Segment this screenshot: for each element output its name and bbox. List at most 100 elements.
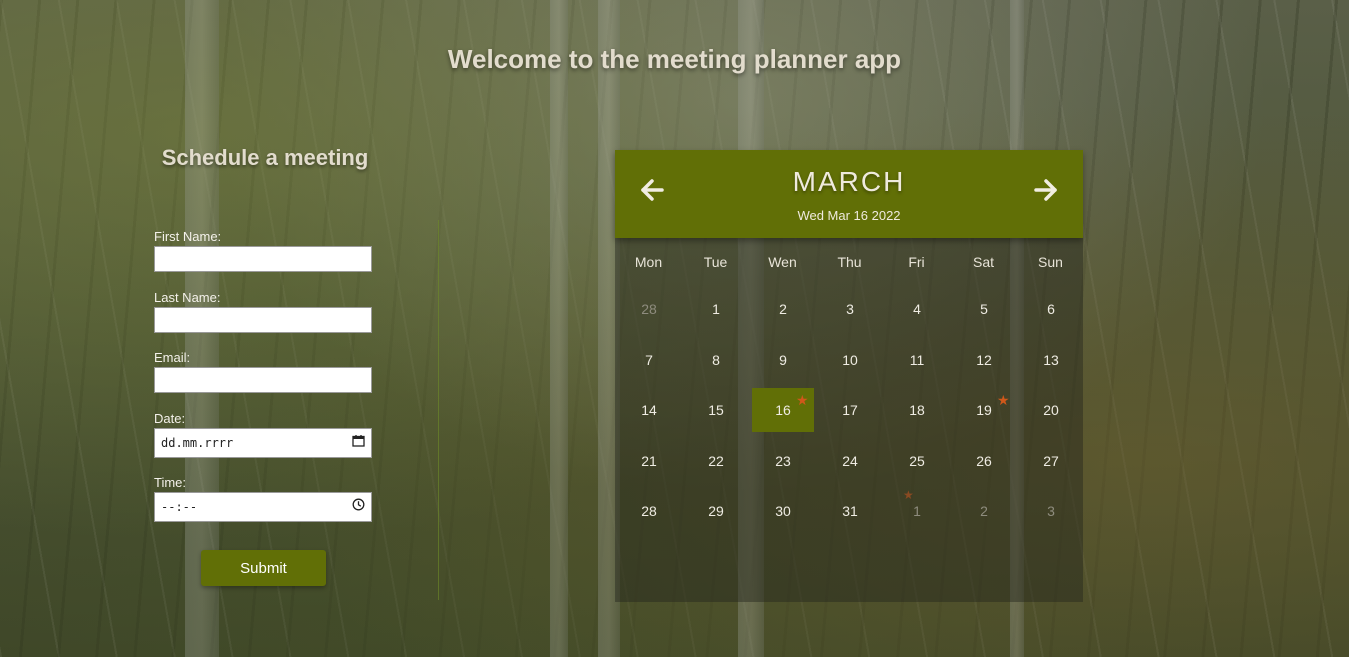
- star-icon: ★: [796, 392, 809, 408]
- clock-icon[interactable]: [352, 493, 365, 521]
- last-name-input[interactable]: [154, 307, 372, 333]
- calendar-day-number: 2: [779, 301, 787, 317]
- first-name-label: First Name:: [154, 229, 222, 244]
- first-name-input[interactable]: [154, 246, 372, 272]
- calendar-day-number: 1: [712, 301, 720, 317]
- calendar-day-number: 29: [708, 503, 724, 519]
- calendar-day-number: 10: [842, 351, 858, 368]
- time-placeholder: --:--: [161, 500, 198, 514]
- calendar-day-number: 31: [842, 503, 858, 519]
- calendar-day[interactable]: 24: [819, 439, 881, 483]
- time-input[interactable]: --:--: [154, 492, 372, 522]
- calendar-day[interactable]: 12: [953, 338, 1015, 382]
- calendar-day-number: 19: [976, 402, 992, 418]
- calendar-day-number: 11: [909, 351, 925, 368]
- calendar-day[interactable]: 27: [1020, 439, 1082, 483]
- background-tree-trunk: [550, 0, 568, 657]
- weekday-label: Thu: [837, 254, 862, 270]
- calendar-icon[interactable]: [352, 429, 365, 457]
- submit-button[interactable]: Submit: [201, 550, 326, 586]
- weekday-label: Fri: [908, 254, 925, 270]
- calendar-day-number: 9: [779, 351, 787, 368]
- calendar-day[interactable]: 4: [886, 287, 948, 331]
- calendar-day-number: 12: [976, 351, 992, 368]
- calendar-day-number: 16: [775, 402, 791, 418]
- calendar-header: MARCH Wed Mar 16 2022: [615, 150, 1083, 238]
- calendar-day-number: 21: [641, 452, 657, 469]
- last-name-label: Last Name:: [154, 290, 221, 305]
- calendar-day[interactable]: 17: [819, 388, 881, 432]
- calendar-month: MARCH: [792, 166, 906, 197]
- calendar-day[interactable]: 20: [1020, 388, 1082, 432]
- calendar-day[interactable]: 14: [618, 388, 680, 432]
- calendar-day-number: 5: [980, 301, 988, 317]
- calendar-day-number: 24: [842, 452, 858, 469]
- calendar-day-number: 1: [913, 503, 921, 519]
- schedule-meeting-form: Schedule a meeting First Name: Last Name…: [140, 145, 390, 595]
- calendar-day-selected[interactable]: 16 ★: [752, 388, 814, 432]
- calendar-day-number: 7: [645, 351, 653, 368]
- calendar-day[interactable]: 18: [886, 388, 948, 432]
- calendar-day[interactable]: 7: [618, 338, 680, 382]
- calendar-day-number: 4: [913, 301, 921, 317]
- calendar-day[interactable]: 6: [1020, 287, 1082, 331]
- email-label: Email:: [154, 350, 191, 365]
- calendar-day-number: 17: [842, 402, 858, 418]
- arrow-right-icon[interactable]: [1031, 176, 1061, 206]
- calendar-day[interactable]: 10: [819, 338, 881, 382]
- page-title: Welcome to the meeting planner app: [447, 44, 902, 74]
- calendar-day[interactable]: 3: [819, 287, 881, 331]
- calendar-day-number: 3: [1047, 503, 1055, 519]
- date-input[interactable]: dd.mm.rrrr: [154, 428, 372, 458]
- calendar-current-date: Wed Mar 16 2022: [797, 208, 901, 223]
- calendar-day[interactable]: 21: [618, 439, 680, 483]
- calendar-day[interactable]: 9: [752, 338, 814, 382]
- weekday-label: Sun: [1038, 254, 1063, 270]
- calendar-day[interactable]: 13: [1020, 338, 1082, 382]
- calendar-day[interactable]: 22: [685, 439, 747, 483]
- calendar-day-number: 22: [708, 452, 724, 469]
- calendar-day-number: 8: [712, 351, 720, 368]
- calendar-day-number: 28: [641, 503, 657, 519]
- calendar-day-number: 27: [1043, 452, 1059, 469]
- calendar-day-number: 6: [1047, 301, 1055, 317]
- calendar-day[interactable]: 5: [953, 287, 1015, 331]
- calendar-day-number: 14: [641, 402, 657, 418]
- calendar-day-number: 18: [909, 402, 925, 418]
- calendar-day-number: 2: [980, 503, 988, 519]
- calendar-day[interactable]: 25: [886, 439, 948, 483]
- calendar-day-number: 23: [775, 452, 791, 469]
- email-input[interactable]: [154, 367, 372, 393]
- calendar-day[interactable]: 28: [618, 489, 680, 533]
- calendar-day-number: 15: [708, 402, 724, 418]
- calendar-day[interactable]: 23: [752, 439, 814, 483]
- star-icon: ★: [997, 392, 1010, 408]
- calendar-day[interactable]: 31: [819, 489, 881, 533]
- calendar-day[interactable]: 11: [886, 338, 948, 382]
- date-label: Date:: [154, 411, 186, 426]
- weekday-label: Tue: [703, 254, 728, 270]
- calendar-day[interactable]: 3: [1020, 489, 1082, 533]
- calendar-day[interactable]: 29: [685, 489, 747, 533]
- calendar-day-number: 26: [976, 452, 992, 469]
- calendar-day-number: 3: [846, 301, 854, 317]
- calendar-day[interactable]: 1 ★: [886, 489, 948, 533]
- form-title: Schedule a meeting: [161, 145, 369, 170]
- calendar-day[interactable]: 19 ★: [953, 388, 1015, 432]
- calendar-day[interactable]: 1: [685, 287, 747, 331]
- calendar-day-number: 30: [775, 503, 791, 519]
- time-label: Time:: [154, 475, 187, 490]
- calendar-day-number: 20: [1043, 402, 1059, 418]
- calendar-day-number: 13: [1043, 351, 1059, 368]
- calendar-day[interactable]: 2: [953, 489, 1015, 533]
- calendar-day[interactable]: 15: [685, 388, 747, 432]
- calendar-day[interactable]: 28: [618, 287, 680, 331]
- section-divider: [438, 220, 439, 600]
- calendar-day-number: 28: [641, 301, 657, 317]
- weekday-label: Sat: [972, 254, 994, 270]
- calendar-day[interactable]: 8: [685, 338, 747, 382]
- calendar-day[interactable]: 30: [752, 489, 814, 533]
- weekday-label: Mon: [634, 254, 663, 270]
- calendar-day[interactable]: 2: [752, 287, 814, 331]
- calendar-day[interactable]: 26: [953, 439, 1015, 483]
